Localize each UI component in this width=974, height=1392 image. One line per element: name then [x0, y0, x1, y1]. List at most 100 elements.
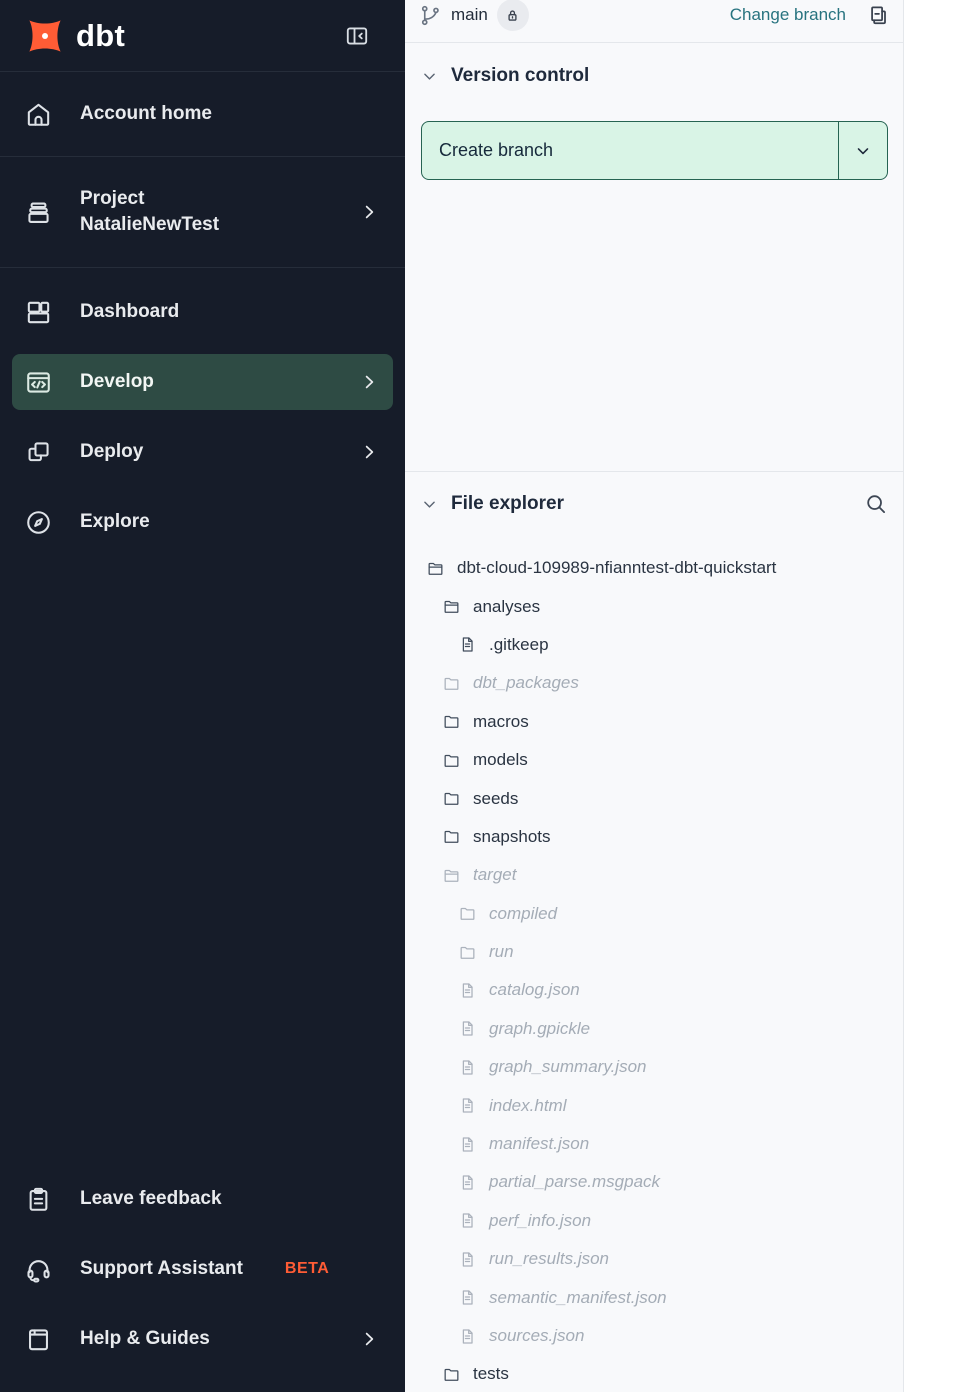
create-branch-dropdown[interactable] [838, 122, 887, 179]
tree-item-folder[interactable]: run [421, 933, 888, 971]
sidebar-item-label: Account home [80, 103, 212, 125]
branch-topbar: main Change branch [405, 0, 903, 43]
file-icon [458, 1173, 477, 1192]
tree-item-name: semantic_manifest.json [489, 1288, 667, 1308]
section-title: File explorer [451, 493, 564, 515]
create-branch-button[interactable]: Create branch [421, 121, 888, 180]
tree-item-folder[interactable]: snapshots [421, 818, 888, 856]
tree-item-name: dbt-cloud-109989-nfianntest-dbt-quicksta… [457, 558, 776, 578]
tree-item-file[interactable]: graph.gpickle [421, 1010, 888, 1048]
folder-icon [442, 712, 461, 731]
file-explorer-header[interactable]: File explorer [421, 492, 888, 516]
project-name: NatalieNewTest [80, 213, 219, 237]
tree-item-folder[interactable]: compiled [421, 895, 888, 933]
dashboard-icon [24, 298, 53, 327]
sidebar-item-project[interactable]: Project NatalieNewTest [0, 157, 405, 267]
chevron-down-icon [421, 68, 438, 85]
sidebar-item-support-assistant[interactable]: Support AssistantBETA [0, 1234, 405, 1304]
tree-item-name: compiled [489, 904, 557, 924]
tree-item-name: tests [473, 1364, 509, 1384]
file-icon [458, 1327, 477, 1346]
file-icon [458, 1058, 477, 1077]
archive-icon [24, 198, 53, 227]
sidebar-item-help-guides[interactable]: Help & Guides [0, 1304, 405, 1374]
tree-item-name: run [489, 942, 514, 962]
file-icon [458, 1288, 477, 1307]
chevron-right-icon [359, 1329, 379, 1349]
tree-item-folder[interactable]: dbt_packages [421, 664, 888, 702]
sidebar-item-explore[interactable]: Explore [0, 487, 405, 557]
sidebar-item-deploy[interactable]: Deploy [0, 417, 405, 487]
project-label: Project [80, 187, 219, 211]
tree-item-folder[interactable]: tests [421, 1355, 888, 1392]
copy-icon[interactable] [865, 3, 890, 28]
section-title: Version control [451, 65, 589, 87]
dbt-logo-icon [22, 13, 68, 59]
headset-icon [24, 1255, 53, 1284]
tree-item-file[interactable]: graph_summary.json [421, 1048, 888, 1086]
tree-item-file[interactable]: catalog.json [421, 971, 888, 1009]
beta-badge: BETA [285, 1260, 329, 1278]
tree-item-file[interactable]: semantic_manifest.json [421, 1278, 888, 1316]
tree-item-name: index.html [489, 1096, 566, 1116]
file-icon [458, 1250, 477, 1269]
sidebar-item-dashboard[interactable]: Dashboard [0, 277, 405, 347]
tree-item-name: graph.gpickle [489, 1019, 590, 1039]
sidebar-item-develop[interactable]: Develop [12, 354, 393, 410]
tree-item-folder[interactable]: analyses [421, 587, 888, 625]
tree-item-file[interactable]: perf_info.json [421, 1202, 888, 1240]
chevron-right-icon [359, 372, 379, 392]
chevron-down-icon [854, 142, 872, 160]
code-window-icon [24, 368, 53, 397]
file-icon [458, 1019, 477, 1038]
sidebar: dbt Account home [0, 0, 405, 1392]
collapse-sidebar-icon[interactable] [343, 23, 371, 49]
sidebar-main-nav: Dashboard Develop DeployExplore [0, 268, 405, 557]
sidebar-item-label: Develop [80, 371, 154, 393]
current-branch-name: main [451, 5, 488, 25]
sidebar-footer-nav: Leave feedbackSupport AssistantBETAHelp … [0, 1164, 405, 1392]
search-icon[interactable] [864, 492, 888, 516]
tree-item-folder[interactable]: dbt-cloud-109989-nfianntest-dbt-quicksta… [421, 549, 888, 587]
tree-item-name: .gitkeep [489, 635, 549, 655]
tree-item-name: graph_summary.json [489, 1057, 646, 1077]
folder-icon [458, 943, 477, 962]
file-icon [458, 1211, 477, 1230]
sidebar-item-label: Dashboard [80, 301, 179, 323]
branch-lock-badge[interactable] [497, 0, 529, 31]
compass-icon [24, 508, 53, 537]
change-branch-link[interactable]: Change branch [730, 5, 846, 25]
tree-item-file[interactable]: run_results.json [421, 1240, 888, 1278]
tree-item-name: dbt_packages [473, 673, 579, 693]
tree-item-name: seeds [473, 789, 518, 809]
tree-item-folder[interactable]: target [421, 856, 888, 894]
tree-item-folder[interactable]: seeds [421, 779, 888, 817]
chevron-right-icon [359, 202, 379, 222]
squares-icon [24, 438, 53, 467]
git-branch-icon [419, 4, 442, 27]
tree-item-name: perf_info.json [489, 1211, 591, 1231]
create-branch-label[interactable]: Create branch [422, 122, 838, 179]
tree-item-name: models [473, 750, 528, 770]
tree-item-file[interactable]: sources.json [421, 1317, 888, 1355]
sidebar-item-account-home[interactable]: Account home [0, 72, 405, 156]
tree-item-file[interactable]: .gitkeep [421, 626, 888, 664]
file-icon [458, 635, 477, 654]
tree-item-file[interactable]: index.html [421, 1086, 888, 1124]
file-icon [458, 981, 477, 1000]
folder-icon [442, 751, 461, 770]
tree-item-file[interactable]: manifest.json [421, 1125, 888, 1163]
folder-icon [442, 1365, 461, 1384]
home-icon [24, 100, 53, 129]
tree-item-folder[interactable]: models [421, 741, 888, 779]
folder-open-icon [442, 866, 461, 885]
tree-item-file[interactable]: partial_parse.msgpack [421, 1163, 888, 1201]
dbt-logo: dbt [22, 13, 125, 59]
sidebar-item-leave-feedback[interactable]: Leave feedback [0, 1164, 405, 1234]
tree-item-name: macros [473, 712, 529, 732]
clipboard-icon [24, 1185, 53, 1214]
version-control-header[interactable]: Version control [421, 65, 888, 87]
folder-icon [442, 789, 461, 808]
tree-item-folder[interactable]: macros [421, 703, 888, 741]
tree-item-name: analyses [473, 597, 540, 617]
